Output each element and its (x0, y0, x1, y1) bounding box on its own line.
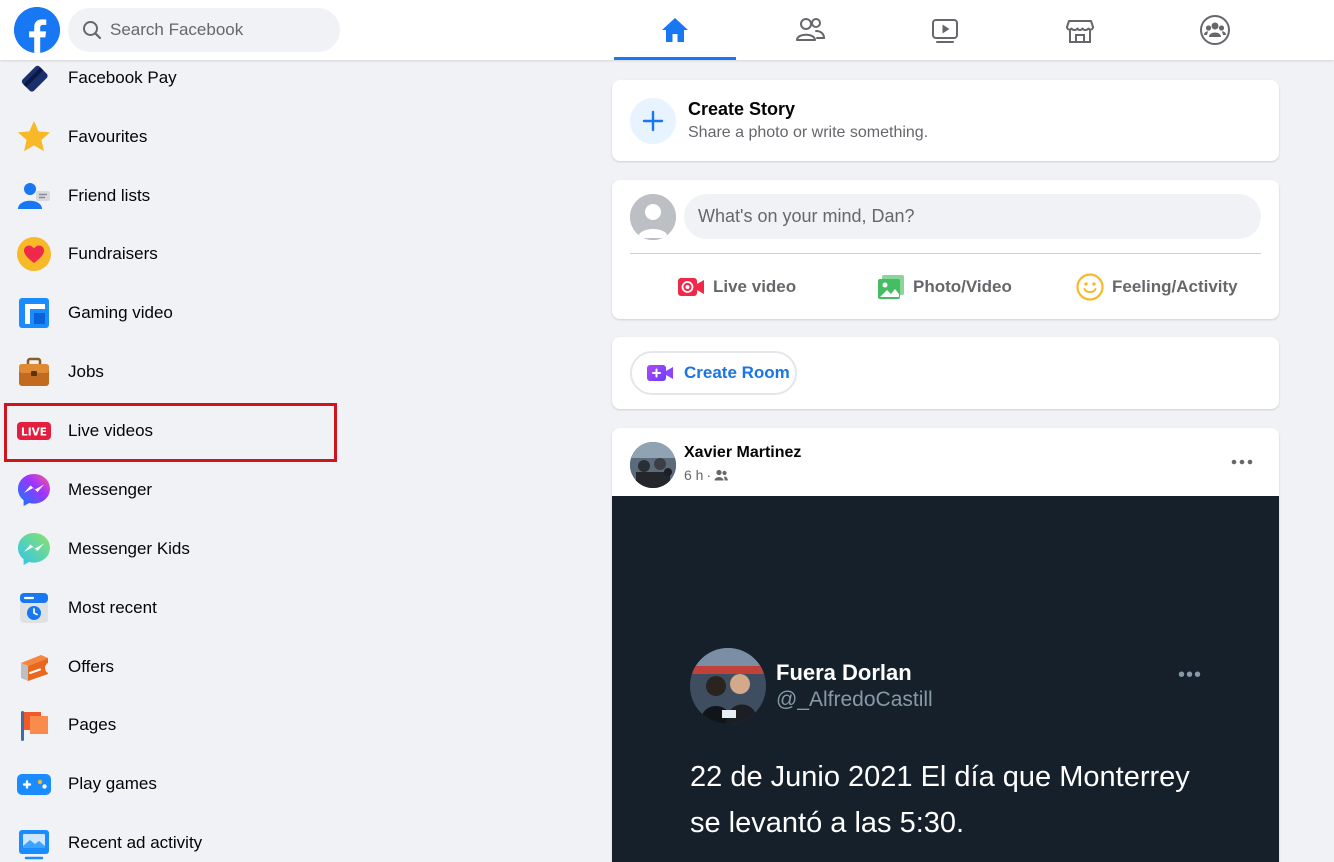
recent-ad-activity-icon (16, 825, 52, 861)
search-placeholder: Search Facebook (110, 20, 244, 39)
sidebar-item-label: Offers (68, 657, 114, 676)
friend-lists-icon (16, 178, 52, 214)
heart-icon (16, 236, 52, 272)
sidebar-item-offers[interactable]: Offers (0, 639, 340, 695)
sidebar-item-gaming-video[interactable]: Gaming video (0, 285, 340, 341)
sidebar-item-label: Most recent (68, 598, 157, 617)
sidebar-item-label: Messenger Kids (68, 539, 190, 558)
friends-icon (796, 18, 826, 41)
sidebar-item-label: Live videos (68, 421, 154, 440)
search-icon (83, 21, 102, 40)
messenger-icon (16, 472, 52, 508)
photo-video-label: Photo/Video (913, 277, 1012, 296)
gamepad-icon (16, 766, 52, 802)
live-icon: LIVE (16, 413, 52, 449)
facebook-logo-icon[interactable] (14, 7, 60, 53)
sidebar-item-messenger[interactable]: Messenger (0, 462, 340, 518)
top-navigation-bar: Search Facebook (0, 0, 1334, 60)
sidebar-item-friend-lists[interactable]: Friend lists (0, 168, 340, 224)
sidebar-item-recent-ad-activity[interactable]: Recent ad activity (0, 815, 340, 862)
live-badge-text: LIVE (21, 427, 47, 439)
sidebar-item-label: Messenger (68, 480, 153, 499)
facebook-pay-icon (16, 60, 52, 96)
sidebar-item-most-recent[interactable]: Most recent (0, 580, 340, 636)
sidebar-item-label: Pages (68, 715, 117, 734)
room-video-icon (647, 365, 673, 381)
post-image[interactable]: Fuera Dorlan @_AlfredoCastill ••• 22 de … (612, 496, 1279, 862)
star-icon (16, 119, 52, 155)
tweet-text: 22 de Junio 2021 El día que Monterrey se… (690, 761, 1190, 839)
tweet-author-handle: @_AlfredoCastill (776, 688, 933, 711)
tab-friends[interactable] (749, 0, 871, 60)
tab-watch[interactable] (884, 0, 1006, 60)
tweet-screenshot: Fuera Dorlan @_AlfredoCastill ••• 22 de … (658, 636, 1231, 862)
most-recent-icon (16, 590, 52, 626)
divider (630, 253, 1261, 254)
sidebar-item-fundraisers[interactable]: Fundraisers (0, 226, 340, 282)
live-video-icon (678, 278, 704, 296)
create-story-title: Create Story (688, 99, 796, 119)
sidebar-item-label: Play games (68, 774, 157, 793)
sidebar-item-favourites[interactable]: Favourites (0, 109, 340, 165)
more-options-icon (1231, 459, 1253, 465)
avatar[interactable] (630, 194, 676, 240)
sidebar-item-pages[interactable]: Pages (0, 697, 340, 753)
friends-audience-icon[interactable] (714, 469, 728, 481)
post-composer-card: What's on your mind, Dan? Live video Pho… (612, 180, 1279, 319)
sidebar-item-live-videos[interactable]: LIVE Live videos (0, 403, 340, 459)
groups-icon (1200, 15, 1230, 45)
feeling-activity-label: Feeling/Activity (1112, 277, 1238, 296)
create-story-card[interactable]: Create Story Share a photo or write some… (612, 80, 1279, 161)
tweet-author-name: Fuera Dorlan (776, 660, 912, 685)
status-input[interactable]: What's on your mind, Dan? (684, 194, 1261, 239)
home-icon (662, 18, 688, 42)
create-story-subtitle: Share a photo or write something. (688, 124, 929, 141)
feeling-icon (1076, 273, 1104, 301)
tab-home[interactable] (614, 0, 736, 60)
search-input[interactable]: Search Facebook (68, 8, 340, 52)
sidebar-item-label: Recent ad activity (68, 833, 203, 852)
sidebar-item-messenger-kids[interactable]: Messenger Kids (0, 521, 340, 577)
briefcase-icon (16, 354, 52, 390)
offers-icon (16, 649, 52, 685)
tweet-more-icon: ••• (1178, 664, 1203, 686)
meta-separator: · (706, 467, 712, 483)
tab-marketplace[interactable] (1019, 0, 1141, 60)
feed-post: Xavier Martinez 6 h · Fuera Dorlan @_Alf… (612, 428, 1279, 862)
sidebar-item-jobs[interactable]: Jobs (0, 344, 340, 400)
author-avatar[interactable] (630, 442, 676, 488)
sidebar-item-label: Friend lists (68, 186, 151, 205)
marketplace-icon (1066, 20, 1094, 43)
gaming-video-icon (16, 295, 52, 331)
add-story-button[interactable] (630, 98, 676, 144)
photo-video-button[interactable]: Photo/Video (877, 268, 1012, 306)
tab-groups[interactable] (1154, 0, 1276, 60)
flag-icon (16, 707, 52, 743)
live-video-label: Live video (713, 277, 797, 296)
tweet-avatar (690, 648, 766, 724)
sidebar-item-label: Facebook Pay (68, 68, 177, 87)
sidebar-item-label: Fundraisers (68, 244, 158, 263)
messenger-kids-icon (16, 531, 52, 567)
post-options-button[interactable] (1222, 448, 1262, 476)
post-meta: 6 h · (684, 467, 728, 483)
create-room-card: Create Room (612, 337, 1279, 409)
photo-video-icon (878, 275, 904, 299)
plus-icon (642, 110, 664, 132)
feeling-activity-button[interactable]: Feeling/Activity (1076, 268, 1238, 306)
post-author-name: Xavier Martinez (684, 444, 802, 461)
sidebar-item-label: Gaming video (68, 303, 173, 322)
watch-icon (932, 19, 958, 43)
sidebar-item-label: Favourites (68, 127, 148, 146)
sidebar-item-label: Jobs (68, 362, 104, 381)
create-room-button[interactable]: Create Room (630, 351, 797, 395)
sidebar-item-play-games[interactable]: Play games (0, 756, 340, 812)
post-time[interactable]: 6 h (684, 467, 703, 483)
create-room-label: Create Room (684, 363, 790, 382)
live-video-button[interactable]: Live video (677, 268, 796, 306)
